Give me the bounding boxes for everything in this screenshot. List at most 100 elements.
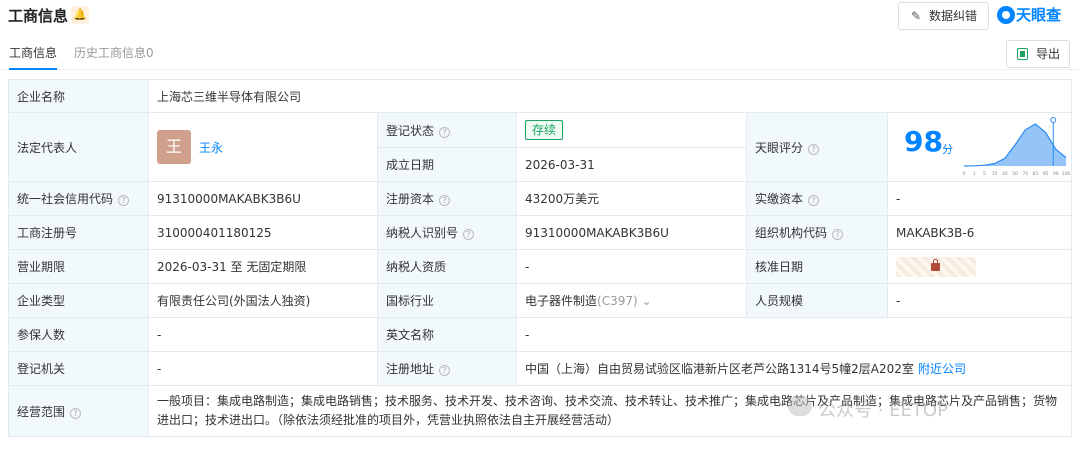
org-code-label-cell: 组织机构代码? [746,215,888,250]
legal-rep-link[interactable]: 王永 [199,141,223,155]
nearby-companies-link[interactable]: 附近公司 [918,362,966,376]
help-icon[interactable]: ? [439,126,451,138]
english-name-value: - [516,317,1072,352]
term-label: 营业期限 [8,249,149,284]
insured-label: 参保人数 [8,317,149,352]
reg-authority-label: 登记机关 [8,351,149,386]
data-correction-label: 数据纠错 [929,9,978,23]
x-tick-label: 95 [1043,171,1049,177]
help-icon[interactable]: ? [70,407,82,419]
company-name-label: 企业名称 [8,79,149,113]
table-row: 营业期限 2026-03-31 至 无固定期限 纳税人资质 - 核准日期 [8,249,1072,284]
paid-capital-label-cell: 实缴资本? [746,181,888,216]
edit-doc-icon: ✎ [911,9,922,23]
table-row: 企业名称 上海芯三维半导体有限公司 [8,79,1072,113]
tab-business-info[interactable]: 工商信息 [9,44,58,70]
export-button[interactable]: 导出 [1006,40,1070,68]
taxpayer-id-label-cell: 纳税人识别号? [377,215,517,250]
established-value: 2026-03-31 [516,147,747,182]
table-row: 参保人数 - 英文名称 - [8,317,1072,352]
x-tick-label: 100 [1062,171,1070,177]
table-row: 工商注册号 310000401180125 纳税人识别号? 91310000MA… [8,215,1072,250]
address-label: 注册地址 [386,362,435,376]
help-icon[interactable]: ? [463,229,475,240]
score-label: 天眼评分 [755,140,804,155]
org-code-value: MAKABK3B-6 [887,215,1072,250]
table-row: 法定代表人 王王永 登记状态? 存续 天眼评分? 98 分 0 1 5 15 30 50 7… [8,112,1072,182]
taxpayer-qual-label: 纳税人资质 [377,249,517,284]
approval-date-label: 核准日期 [746,249,888,284]
staff-size-value: - [887,283,1072,318]
business-info-table: 企业名称 上海芯三维半导体有限公司 法定代表人 王王永 登记状态? 存续 天眼评… [8,79,1072,437]
score-value: 98 [904,125,943,158]
industry-value: 电子器件制造 [525,294,598,308]
x-tick-label: 5 [983,171,986,177]
taxpayer-qual-value: - [516,249,747,284]
reg-status-label: 登记状态 [386,123,435,138]
industry-cell[interactable]: 电子器件制造(C397) ⌄ [516,283,747,318]
company-type-label: 企业类型 [8,283,149,318]
legal-rep-label: 法定代表人 [8,112,149,182]
bell-icon[interactable]: 🔔 [71,6,89,24]
reg-no-value: 310000401180125 [148,215,378,250]
help-icon[interactable]: ? [439,365,451,376]
x-tick-label: 30 [1002,171,1008,177]
address-value: 中国（上海）自由贸易试验区临港新片区老芦公路1314号5幢2层A202室 [525,362,914,376]
x-tick-label: 0 [963,171,966,177]
reg-authority-value: - [148,351,378,386]
scope-label-cell: 经营范围? [8,385,149,437]
industry-label: 国标行业 [377,283,517,318]
chevron-down-icon[interactable]: ⌄ [638,294,651,308]
table-row: 企业类型 有限责任公司(外国法人独资) 国标行业 电子器件制造(C397) ⌄ … [8,283,1072,318]
tab-bar: 工商信息 历史工商信息0 [0,40,1080,70]
score-unit: 分 [942,143,953,156]
section-title: 工商信息 [8,7,69,25]
x-tick-label: 99 [1053,171,1059,177]
reg-capital-label: 注册资本 [386,192,435,206]
scope-value: 一般项目：集成电路制造；集成电路销售；技术服务、技术开发、技术咨询、技术交流、技… [148,385,1072,437]
term-value: 2026-03-31 至 无固定期限 [148,249,378,284]
help-icon[interactable]: ? [439,195,451,206]
company-type-value: 有限责任公司(外国法人独资) [148,283,378,318]
reg-capital-value: 43200万美元 [516,181,747,216]
x-tick-label: 15 [992,171,998,177]
help-icon[interactable]: ? [832,229,844,240]
x-tick-label: 50 [1012,171,1018,177]
reg-status-cell: 存续 [516,112,747,148]
score-label-cell: 天眼评分? [746,112,888,182]
reg-status-label-cell: 登记状态? [377,112,517,148]
staff-size-label: 人员规模 [746,283,888,318]
logo-text: 天眼查 [1016,6,1062,24]
paid-capital-value: - [887,181,1072,216]
help-icon[interactable]: ? [808,143,820,155]
data-correction-button[interactable]: ✎ 数据纠错 [898,2,989,30]
help-icon[interactable]: ? [808,195,820,206]
help-icon[interactable]: ? [118,195,130,206]
section-header: 工商信息 🔔 ✎ 数据纠错 天眼查 [0,0,1080,36]
scope-label: 经营范围 [17,404,66,419]
status-badge: 存续 [525,120,564,140]
x-tick-label: 85 [1033,171,1039,177]
x-tick-label: 1 [973,171,976,177]
credit-code-label-cell: 统一社会信用代码? [8,181,149,216]
address-cell: 中国（上海）自由贸易试验区临港新片区老芦公路1314号5幢2层A202室 附近公司 [516,351,1072,386]
established-label: 成立日期 [377,147,517,182]
english-name-label: 英文名称 [377,317,517,352]
score-marker-point [1050,117,1057,123]
taxpayer-id-label: 纳税人识别号 [386,226,459,240]
insured-value: - [148,317,378,352]
paid-capital-label: 实缴资本 [755,192,804,206]
table-row: 统一社会信用代码? 91310000MAKABK3B6U 注册资本? 43200… [8,181,1072,216]
logo-mark-icon [997,6,1015,24]
tab-history-business-info[interactable]: 历史工商信息0 [74,44,154,61]
taxpayer-id-value: 91310000MAKABK3B6U [516,215,747,250]
credit-code-value: 91310000MAKABK3B6U [148,181,378,216]
reg-capital-label-cell: 注册资本? [377,181,517,216]
score-cell[interactable]: 98 分 0 1 5 15 30 50 70 85 95 99 100 [887,112,1072,182]
credit-code-label: 统一社会信用代码 [17,192,114,206]
avatar: 王 [157,130,191,164]
address-label-cell: 注册地址? [377,351,517,386]
legal-rep-cell: 王王永 [148,112,378,182]
table-row: 登记机关 - 注册地址? 中国（上海）自由贸易试验区临港新片区老芦公路1314号… [8,351,1072,386]
vip-lock-icon[interactable] [896,256,976,277]
